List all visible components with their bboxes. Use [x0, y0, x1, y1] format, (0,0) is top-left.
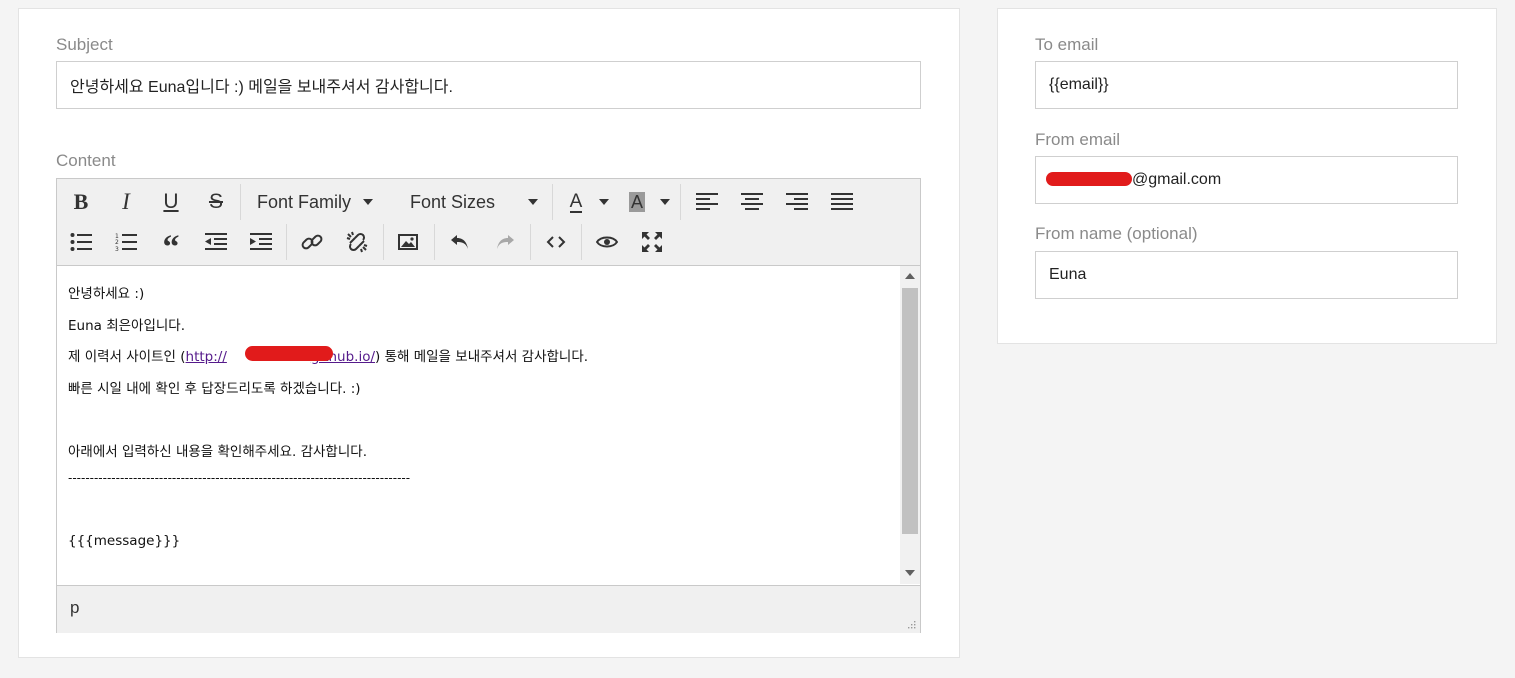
toolbar-separator: [581, 224, 582, 260]
from-name-input[interactable]: Euna: [1035, 251, 1458, 299]
resize-grip-icon[interactable]: [906, 619, 916, 629]
element-path: p: [70, 598, 80, 617]
svg-text:2: 2: [115, 239, 119, 246]
content-line: Euna 최은아입니다.: [68, 318, 186, 334]
image-icon: [398, 234, 418, 250]
toolbar-separator: [286, 224, 287, 260]
redaction-mark: [245, 346, 333, 361]
toolbar-separator: [552, 184, 553, 220]
redaction-mark: [1046, 172, 1132, 186]
content-line: 빠른 시일 내에 확인 후 답장드리도록 하겠습니다. :): [68, 381, 361, 397]
content-label: Content: [56, 151, 116, 170]
strikethrough-button[interactable]: S: [199, 186, 233, 218]
remove-link-button[interactable]: [340, 226, 374, 258]
subject-label: Subject: [56, 35, 113, 54]
italic-icon: I: [122, 189, 130, 214]
fullscreen-icon: [642, 232, 662, 252]
rich-text-editor: B I U S Font Family Font Sizes A A 1 2 3…: [56, 178, 921, 633]
font-sizes-dropdown[interactable]: Font Sizes: [410, 186, 539, 218]
divider-line: ----------------------------------------…: [68, 471, 411, 485]
align-justify-icon: [831, 193, 853, 210]
align-right-button[interactable]: [780, 186, 814, 218]
font-sizes-label: Font Sizes: [410, 191, 496, 212]
align-justify-button[interactable]: [825, 186, 859, 218]
scroll-down-icon[interactable]: [905, 570, 915, 576]
indent-icon: [250, 233, 272, 250]
to-email-label: To email: [1035, 35, 1099, 54]
chevron-down-icon: [599, 199, 609, 205]
code-view-button[interactable]: [539, 226, 573, 258]
redo-icon: [497, 235, 514, 249]
content-line: 안녕하세요 :): [68, 286, 145, 302]
link-line-suffix: ) 통해 메일을 보내주셔서 감사합니다.: [375, 349, 589, 365]
from-email-value: @gmail.com: [1132, 171, 1222, 188]
bullet-list-icon: [70, 233, 92, 251]
align-right-icon: [786, 193, 808, 210]
scroll-up-icon[interactable]: [905, 273, 915, 279]
undo-button[interactable]: [443, 226, 477, 258]
quote-icon: “: [162, 229, 180, 266]
email-template-panel: Subject 안녕하세요 Euna입니다 :) 메일을 보내주셔서 감사합니다…: [18, 8, 960, 658]
text-color-dropdown[interactable]: [592, 186, 616, 218]
align-center-button[interactable]: [735, 186, 769, 218]
redo-button[interactable]: [488, 226, 522, 258]
from-email-label: From email: [1035, 130, 1121, 149]
toolbar-separator: [530, 224, 531, 260]
toolbar-separator: [680, 184, 681, 220]
link-icon: [301, 234, 323, 250]
editor-statusbar: p: [57, 585, 920, 633]
chevron-down-icon: [528, 199, 539, 205]
underline-icon: U: [163, 190, 179, 213]
from-name-label: From name (optional): [1035, 224, 1198, 243]
chevron-down-icon: [660, 199, 670, 205]
eye-icon: [596, 236, 618, 248]
background-color-icon: A: [628, 192, 645, 212]
background-color-button[interactable]: A: [620, 186, 654, 218]
insert-link-button[interactable]: [295, 226, 329, 258]
editor-content[interactable]: 안녕하세요 :) Euna 최은아입니다. 제 이력서 사이트인 (http:/…: [57, 266, 899, 584]
content-line: 아래에서 입력하신 내용을 확인해주세요. 감사합니다.: [68, 444, 367, 460]
undo-icon: [451, 235, 468, 249]
toolbar-separator: [240, 184, 241, 220]
chevron-down-icon: [363, 199, 374, 205]
align-center-icon: [741, 193, 763, 210]
email-settings-panel: To email {{email}} From email @gmail.com…: [997, 8, 1497, 344]
bold-button[interactable]: B: [64, 186, 98, 218]
editor-toolbar: B I U S Font Family Font Sizes A A 1 2 3…: [57, 179, 920, 266]
background-color-dropdown[interactable]: [653, 186, 677, 218]
blockquote-button[interactable]: “: [154, 226, 188, 265]
preview-button[interactable]: [590, 226, 624, 258]
bold-icon: B: [73, 189, 89, 214]
italic-button[interactable]: I: [109, 186, 143, 218]
message-placeholder: {{{message}}}: [68, 533, 181, 549]
align-left-button[interactable]: [690, 186, 724, 218]
numbered-list-icon: 123: [115, 233, 137, 252]
text-color-button[interactable]: A: [559, 186, 593, 218]
from-email-input[interactable]: @gmail.com: [1035, 156, 1458, 204]
outdent-icon: [205, 233, 227, 250]
toolbar-separator: [434, 224, 435, 260]
bullet-list-button[interactable]: [64, 226, 98, 258]
code-icon: [546, 236, 566, 248]
link-line-prefix: 제 이력서 사이트인 (: [68, 349, 186, 365]
svg-text:3: 3: [115, 246, 119, 252]
insert-image-button[interactable]: [391, 226, 425, 258]
font-family-dropdown[interactable]: Font Family: [257, 186, 374, 218]
indent-button[interactable]: [244, 226, 278, 258]
fullscreen-button[interactable]: [635, 226, 669, 258]
to-email-input[interactable]: {{email}}: [1035, 61, 1458, 109]
text-color-icon: A: [569, 190, 583, 213]
scrollbar-thumb[interactable]: [902, 288, 918, 534]
unlink-icon: [346, 231, 368, 253]
underline-button[interactable]: U: [154, 186, 188, 218]
toolbar-separator: [383, 224, 384, 260]
editor-scrollbar[interactable]: [900, 266, 920, 584]
strikethrough-icon: S: [208, 190, 223, 213]
outdent-button[interactable]: [199, 226, 233, 258]
numbered-list-button[interactable]: 123: [109, 226, 143, 258]
align-left-icon: [696, 193, 718, 210]
subject-input[interactable]: 안녕하세요 Euna입니다 :) 메일을 보내주셔서 감사합니다.: [56, 61, 921, 109]
font-family-label: Font Family: [257, 191, 352, 212]
